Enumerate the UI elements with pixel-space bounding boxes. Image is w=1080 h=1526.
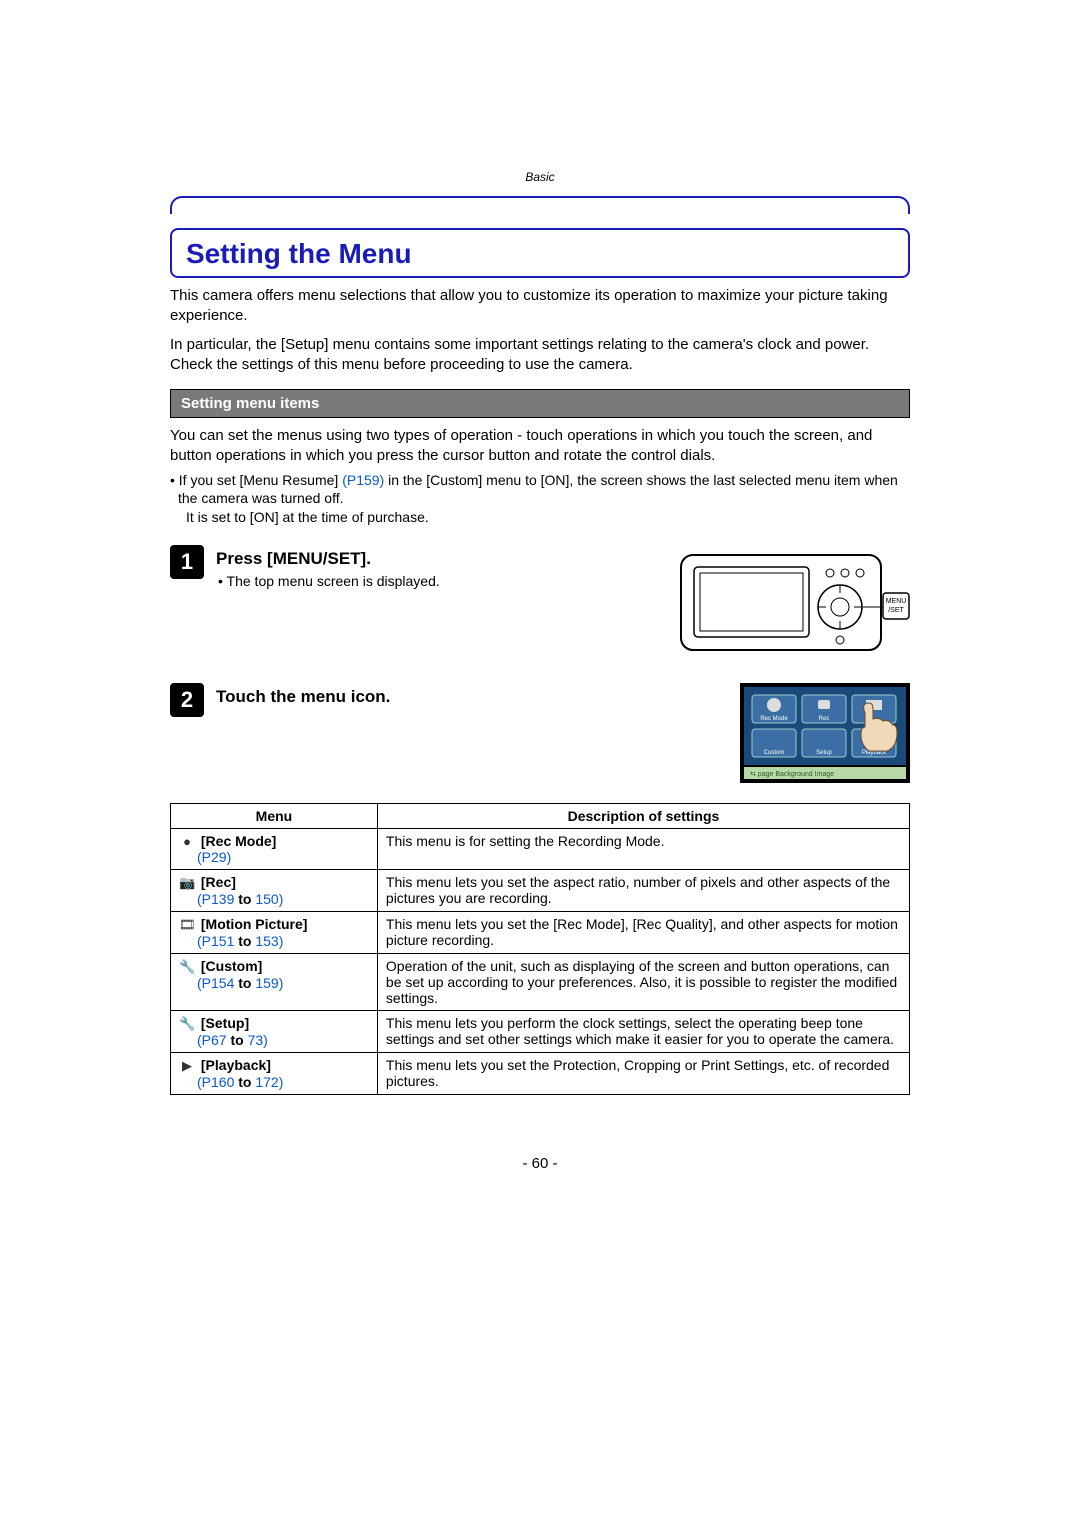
bg-image-label: ⇆ page Background Image (750, 771, 834, 778)
page-ref-link[interactable]: (P154 to 159) (179, 975, 283, 991)
page-ref-link[interactable]: (P139 to 150) (179, 891, 283, 907)
table-row: 🔧 [Custom](P154 to 159)Operation of the … (171, 954, 910, 1011)
menu-description-cell: This menu lets you set the aspect ratio,… (377, 870, 909, 912)
page-number: - 60 - (170, 1155, 910, 1172)
menu-name-cell: 🔧 [Setup](P67 to 73) (171, 1011, 378, 1053)
menu-item-icon: 🔧 (179, 1016, 195, 1032)
step-2: 2 Touch the menu icon. Rec Mode Rec (170, 683, 910, 783)
step-2-number-badge: 2 (170, 683, 204, 717)
menu-item-icon: 📷 (179, 875, 195, 891)
intro-paragraph-1: This camera offers menu selections that … (170, 286, 910, 327)
step-1-title: Press [MENU/SET]. (216, 549, 668, 569)
step-1-subtext: • The top menu screen is displayed. (216, 573, 668, 589)
menu-name-cell: ● [Rec Mode](P29) (171, 829, 378, 870)
menu-item-icon: ▶ (179, 1058, 195, 1074)
note-prefix: • If you set [Menu Resume] (170, 472, 342, 488)
subheading-bar: Setting menu items (170, 389, 910, 418)
menu-item-label: [Custom] (197, 958, 262, 974)
top-border-decoration (170, 196, 910, 214)
menu-description-cell: This menu is for setting the Recording M… (377, 829, 909, 870)
step-2-title: Touch the menu icon. (216, 687, 728, 707)
menu-description-cell: This menu lets you perform the clock set… (377, 1011, 909, 1053)
touch-screen-illustration: Rec Mode Rec Custom Setup (740, 683, 910, 783)
step-1-number-badge: 1 (170, 545, 204, 579)
page-title: Setting the Menu (186, 238, 894, 270)
menu-item-label: [Motion Picture] (197, 916, 307, 932)
title-box: Setting the Menu (170, 228, 910, 278)
table-row: 📷 [Rec](P139 to 150)This menu lets you s… (171, 870, 910, 912)
tile-custom-label: Custom (764, 750, 785, 756)
menu-description-cell: This menu lets you set the [Rec Mode], [… (377, 912, 909, 954)
table-row: 🔧 [Setup](P67 to 73)This menu lets you p… (171, 1011, 910, 1053)
page-ref-link[interactable]: (P67 to 73) (179, 1032, 268, 1048)
sub-intro: You can set the menus using two types of… (170, 426, 910, 467)
page-ref-link[interactable]: (P160 to 172) (179, 1074, 283, 1090)
menu-set-label-line2: /SET (888, 607, 904, 614)
page-ref-link[interactable]: (P29) (179, 849, 231, 865)
menu-name-cell: 🔧 [Custom](P154 to 159) (171, 954, 378, 1011)
menu-name-cell: 🎞 [Motion Picture](P151 to 153) (171, 912, 378, 954)
table-row: ▶ [Playback](P160 to 172)This menu lets … (171, 1053, 910, 1095)
menu-item-label: [Rec Mode] (197, 833, 276, 849)
menu-name-cell: ▶ [Playback](P160 to 172) (171, 1053, 378, 1095)
intro-paragraph-2: In particular, the [Setup] menu contains… (170, 335, 910, 376)
table-header-menu: Menu (171, 804, 378, 829)
menu-set-label-line1: MENU (886, 598, 907, 605)
menu-item-icon: 🎞 (179, 917, 195, 933)
menu-item-label: [Setup] (197, 1015, 249, 1031)
menu-item-label: [Rec] (197, 874, 236, 890)
table-row: ● [Rec Mode](P29)This menu is for settin… (171, 829, 910, 870)
page-ref-link[interactable]: (P151 to 153) (179, 933, 283, 949)
section-label: Basic (170, 170, 910, 184)
menu-resume-note: • If you set [Menu Resume] (P159) in the… (170, 471, 910, 528)
tile-setup-label: Setup (816, 750, 832, 756)
menu-description-cell: Operation of the unit, such as displayin… (377, 954, 909, 1011)
menu-description-cell: This menu lets you set the Protection, C… (377, 1053, 909, 1095)
tile-rec-label: Rec (819, 716, 830, 722)
step-1: 1 Press [MENU/SET]. • The top menu scree… (170, 545, 910, 655)
menu-table: Menu Description of settings ● [Rec Mode… (170, 803, 910, 1095)
tile-rec-mode-label: Rec Mode (760, 716, 788, 722)
menu-name-cell: 📷 [Rec](P139 to 150) (171, 870, 378, 912)
menu-item-label: [Playback] (197, 1057, 271, 1073)
table-header-desc: Description of settings (377, 804, 909, 829)
note-line2: It is set to [ON] at the time of purchas… (178, 509, 429, 525)
page-ref-link-p159[interactable]: (P159) (342, 472, 384, 488)
menu-item-icon: 🔧 (179, 959, 195, 975)
table-row: 🎞 [Motion Picture](P151 to 153)This menu… (171, 912, 910, 954)
menu-item-icon: ● (179, 834, 195, 849)
camera-back-illustration: MENU /SET (680, 545, 910, 655)
